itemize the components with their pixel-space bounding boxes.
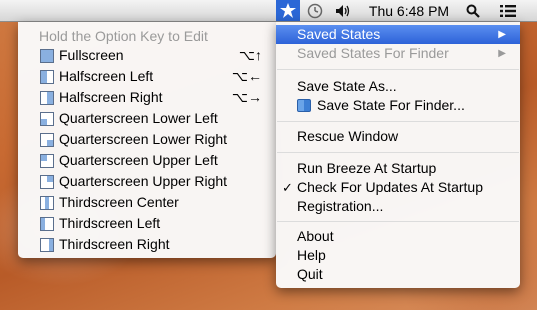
notification-menu-extra[interactable] (494, 0, 522, 21)
menu-item-third-center[interactable]: Thirdscreen Center (18, 192, 276, 213)
menu-separator (277, 221, 519, 222)
half-left-layout-icon (40, 70, 54, 84)
menu-item-label: Halfscreen Right (59, 89, 163, 105)
spotlight-menu-extra[interactable] (462, 0, 484, 21)
third-center-layout-icon (40, 196, 54, 210)
fullscreen-layout-icon (40, 49, 54, 63)
menu-item-save-state-finder[interactable]: Save State For Finder... (276, 96, 520, 115)
menu-item-quarter-upper-left[interactable]: Quarterscreen Upper Left (18, 150, 276, 171)
menu-item-label: Quit (297, 266, 323, 282)
menu-item-saved-states-finder: Saved States For Finder ▶ (276, 44, 520, 63)
menu-item-run-at-startup[interactable]: Run Breeze At Startup (276, 159, 520, 178)
quarter-upper-left-icon (40, 154, 54, 168)
menu-item-label: About (297, 228, 334, 244)
shortcut-label: ⌥↑ (238, 47, 262, 63)
finder-icon (297, 99, 311, 112)
magnifier-icon (466, 4, 480, 18)
menubar-clock[interactable]: Thu 6:48 PM (362, 0, 456, 21)
menu-item-label: Quarterscreen Upper Right (59, 173, 228, 189)
menu-item-third-right[interactable]: Thirdscreen Right (18, 234, 276, 255)
time-machine-menu-extra[interactable] (304, 0, 326, 21)
menu-item-quarter-lower-right[interactable]: Quarterscreen Lower Right (18, 129, 276, 150)
list-icon (500, 4, 516, 17)
third-right-layout-icon (40, 238, 54, 252)
shortcut-label: ⌥→ (231, 89, 262, 105)
menu-item-label: Saved States For Finder (297, 45, 449, 61)
volume-menu-extra[interactable] (332, 0, 354, 21)
breeze-menu-extra[interactable] (276, 0, 300, 21)
menu-item-label: Help (297, 247, 326, 263)
menu-item-save-state-as[interactable]: Save State As... (276, 77, 520, 96)
third-left-layout-icon (40, 217, 54, 231)
checkmark-icon: ✓ (282, 180, 293, 195)
menu-item-halfscreen-left[interactable]: Halfscreen Left ⌥← (18, 66, 276, 87)
menu-separator (277, 69, 519, 70)
menu-item-label: Run Breeze At Startup (297, 160, 437, 176)
menu-item-fullscreen[interactable]: Fullscreen ⌥↑ (18, 45, 276, 66)
breeze-star-icon (280, 2, 296, 18)
menu-item-saved-states[interactable]: Saved States ▶ (276, 25, 520, 44)
menu-item-label: Halfscreen Left (59, 68, 154, 84)
menu-item-label: Check For Updates At Startup (297, 179, 483, 195)
menu-item-quit[interactable]: Quit (276, 265, 520, 284)
menu-item-label: Quarterscreen Lower Right (59, 131, 228, 147)
breeze-menu: Saved States ▶ Saved States For Finder ▶… (276, 22, 520, 288)
menu-item-label: Thirdscreen Right (59, 236, 170, 252)
half-right-layout-icon (40, 91, 54, 105)
menu-item-label: Quarterscreen Lower Left (59, 110, 218, 126)
menu-item-label: Save State For Finder... (317, 97, 465, 113)
menu-item-about[interactable]: About (276, 227, 520, 246)
menu-bar: Thu 6:48 PM (0, 0, 537, 22)
submenu-header: Hold the Option Key to Edit (39, 28, 208, 44)
quarter-lower-right-icon (40, 133, 54, 147)
menu-item-label: Save State As... (297, 78, 397, 94)
shortcut-label: ⌥← (231, 68, 262, 84)
menu-item-label: Thirdscreen Left (59, 215, 161, 231)
quarter-lower-left-icon (40, 112, 54, 126)
clock-icon (307, 3, 323, 18)
menu-separator (277, 121, 519, 122)
menu-item-quarter-upper-right[interactable]: Quarterscreen Upper Right (18, 171, 276, 192)
menu-item-check-updates[interactable]: ✓ Check For Updates At Startup (276, 178, 520, 197)
submenu-arrow-icon: ▶ (498, 48, 506, 59)
menu-item-third-left[interactable]: Thirdscreen Left (18, 213, 276, 234)
menu-item-label: Thirdscreen Center (59, 194, 179, 210)
menu-item-halfscreen-right[interactable]: Halfscreen Right ⌥→ (18, 87, 276, 108)
quarter-upper-right-icon (40, 175, 54, 189)
menu-item-registration[interactable]: Registration... (276, 197, 520, 216)
saved-states-submenu: Hold the Option Key to Edit Fullscreen ⌥… (18, 22, 276, 258)
menu-item-help[interactable]: Help (276, 246, 520, 265)
menu-item-label: Saved States (297, 26, 381, 42)
menu-item-rescue-window[interactable]: Rescue Window (276, 127, 520, 146)
menu-item-quarter-lower-left[interactable]: Quarterscreen Lower Left (18, 108, 276, 129)
menu-item-label: Quarterscreen Upper Left (59, 152, 218, 168)
menu-separator (277, 152, 519, 153)
submenu-arrow-icon: ▶ (498, 29, 506, 40)
menu-item-label: Rescue Window (297, 128, 399, 144)
menu-item-label: Fullscreen (59, 47, 124, 63)
menu-item-label: Registration... (297, 198, 384, 214)
speaker-icon (336, 4, 350, 17)
